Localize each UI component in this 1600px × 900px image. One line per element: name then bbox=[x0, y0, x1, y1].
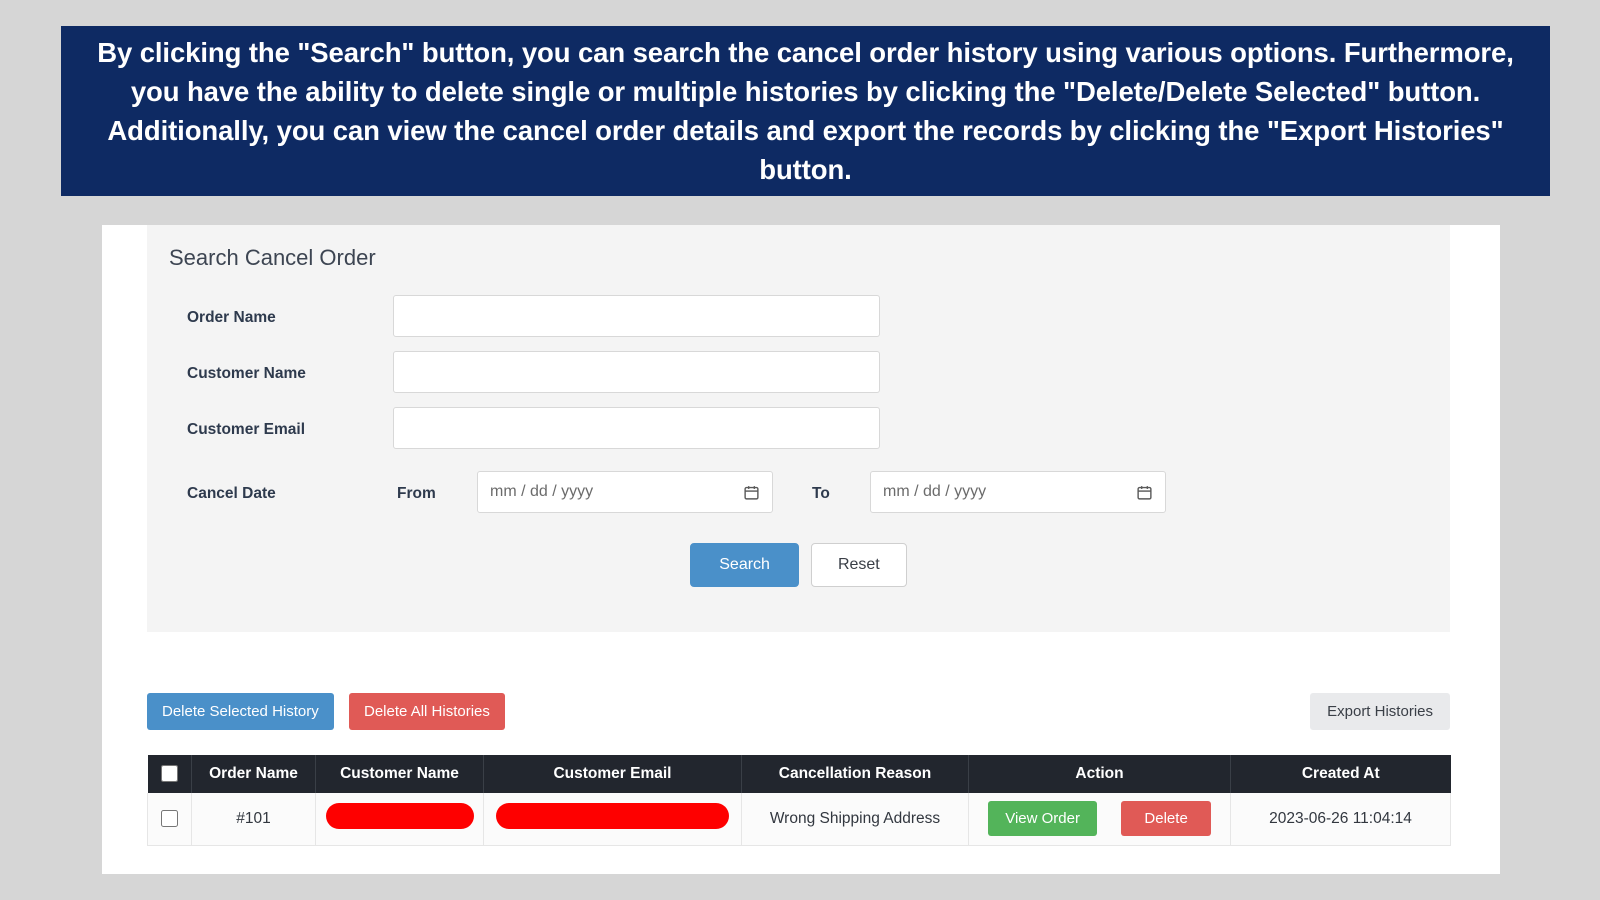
search-input-customer-email[interactable] bbox=[393, 407, 880, 449]
cell-action: View Order Delete bbox=[968, 793, 1231, 846]
table-header-select-all[interactable] bbox=[147, 755, 192, 793]
cell-cancellation-reason: Wrong Shipping Address bbox=[741, 793, 969, 846]
row-checkbox[interactable] bbox=[161, 810, 178, 828]
cell-customer-name bbox=[315, 793, 484, 846]
table-header-row: Order Name Customer Name Customer Email … bbox=[147, 755, 1451, 793]
date-from-placeholder: mm / dd / yyyy bbox=[490, 483, 594, 500]
search-button[interactable]: Search bbox=[690, 543, 799, 587]
label-cancel-date: Cancel Date bbox=[187, 485, 276, 502]
redaction-bar-customer-name bbox=[325, 803, 474, 830]
label-customer-name: Customer Name bbox=[187, 365, 306, 382]
table-action-bar: Delete Selected History Delete All Histo… bbox=[147, 693, 1450, 731]
row-action-buttons: View Order Delete bbox=[973, 801, 1226, 837]
cancel-order-history-table: Order Name Customer Name Customer Email … bbox=[147, 755, 1451, 846]
reset-button[interactable]: Reset bbox=[810, 543, 907, 587]
export-histories-button[interactable]: Export Histories bbox=[1310, 693, 1450, 730]
search-input-customer-name[interactable] bbox=[393, 351, 880, 393]
search-cancel-order-panel: Search Cancel Order Order Name Customer … bbox=[147, 225, 1450, 632]
date-to-placeholder: mm / dd / yyyy bbox=[883, 483, 987, 500]
table-header-customer-name: Customer Name bbox=[315, 755, 484, 793]
form-row-order-name: Order Name bbox=[147, 295, 1450, 341]
calendar-icon[interactable] bbox=[743, 484, 760, 501]
date-input-to[interactable]: mm / dd / yyyy bbox=[870, 471, 1166, 513]
delete-selected-history-button[interactable]: Delete Selected History bbox=[147, 693, 334, 730]
calendar-icon[interactable] bbox=[1136, 484, 1153, 501]
table-header-customer-email: Customer Email bbox=[483, 755, 742, 793]
search-form-buttons: Search Reset bbox=[147, 543, 1450, 587]
date-input-from[interactable]: mm / dd / yyyy bbox=[477, 471, 773, 513]
search-panel-title: Search Cancel Order bbox=[169, 245, 376, 270]
table-header-action: Action bbox=[968, 755, 1231, 793]
cell-order-name: #101 bbox=[191, 793, 316, 846]
form-row-cancel-date: Cancel Date From mm / dd / yyyy To mm / … bbox=[147, 471, 1450, 517]
table-header-created-at: Created At bbox=[1230, 755, 1451, 793]
form-row-customer-name: Customer Name bbox=[147, 351, 1450, 397]
select-all-checkbox[interactable] bbox=[160, 765, 178, 783]
cell-customer-email bbox=[483, 793, 742, 846]
form-row-customer-email: Customer Email bbox=[147, 407, 1450, 453]
table-header-order-name: Order Name bbox=[191, 755, 316, 793]
label-date-to: To bbox=[812, 485, 830, 502]
view-order-button[interactable]: View Order bbox=[988, 801, 1097, 837]
label-order-name: Order Name bbox=[187, 309, 276, 326]
delete-all-histories-button[interactable]: Delete All Histories bbox=[349, 693, 505, 730]
table-header-cancellation-reason: Cancellation Reason bbox=[741, 755, 969, 793]
cell-created-at: 2023-06-26 11:04:14 bbox=[1230, 793, 1451, 846]
label-customer-email: Customer Email bbox=[187, 421, 306, 438]
instruction-banner-text: By clicking the "Search" button, you can… bbox=[97, 37, 1514, 185]
row-delete-button[interactable]: Delete bbox=[1121, 801, 1211, 837]
row-select-cell[interactable] bbox=[147, 793, 192, 846]
redaction-bar-customer-email bbox=[496, 803, 729, 830]
instruction-banner: By clicking the "Search" button, you can… bbox=[61, 26, 1550, 196]
content-card: Search Cancel Order Order Name Customer … bbox=[102, 225, 1500, 874]
label-date-from: From bbox=[397, 485, 436, 502]
table-row: #101 Wrong Shipping Address View Order D… bbox=[147, 793, 1451, 846]
search-input-order-name[interactable] bbox=[393, 295, 880, 337]
